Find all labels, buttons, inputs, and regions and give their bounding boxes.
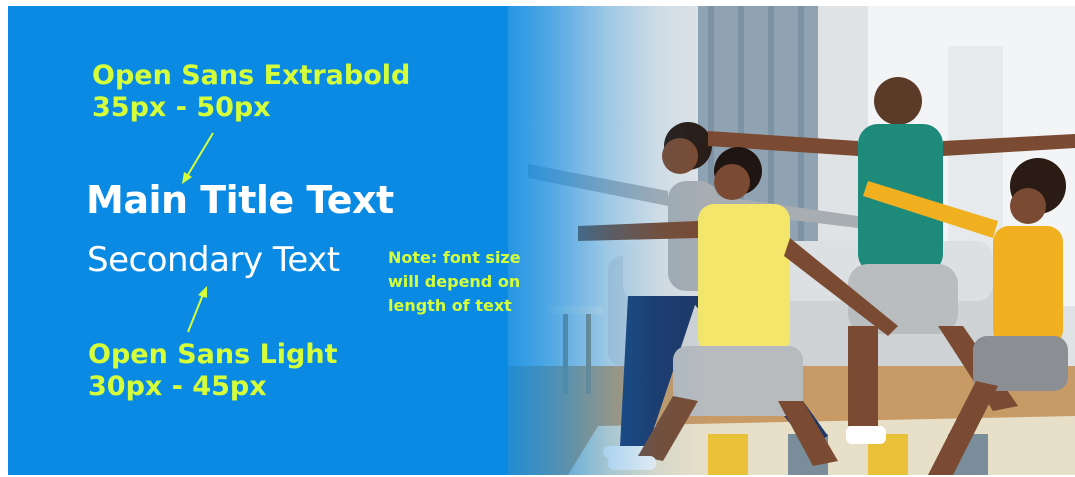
top-font-spec: Open Sans Extrabold 35px - 50px xyxy=(92,60,410,124)
bottom-font-name: Open Sans Light xyxy=(88,339,338,370)
main-title: Main Title Text xyxy=(86,178,394,222)
note-line-2: will depend on xyxy=(388,272,521,291)
bottom-font-spec: Open Sans Light 30px - 45px xyxy=(88,339,338,403)
secondary-text: Secondary Text xyxy=(87,240,340,280)
top-font-name: Open Sans Extrabold xyxy=(92,60,411,91)
note-line-1: Note: font size xyxy=(388,248,521,267)
top-font-size-range: 35px - 50px xyxy=(92,92,271,123)
banner: Open Sans Extrabold 35px - 50px Main Tit… xyxy=(8,6,1075,475)
bottom-font-size-range: 30px - 45px xyxy=(88,371,267,402)
note-line-3: length of text xyxy=(388,296,512,315)
font-size-note: Note: font size will depend on length of… xyxy=(388,246,521,318)
